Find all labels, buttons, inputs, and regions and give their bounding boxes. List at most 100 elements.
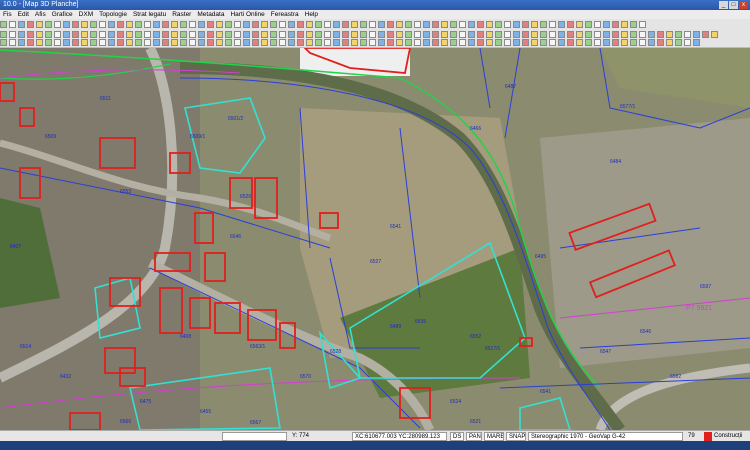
- toolbar-tool-icon[interactable]: [225, 39, 232, 46]
- toolbar-tool-icon[interactable]: [648, 39, 655, 46]
- toolbar-tool-icon[interactable]: [108, 30, 115, 38]
- toolbar-tool-icon[interactable]: [324, 30, 331, 38]
- toolbar-tool-icon[interactable]: [90, 20, 97, 28]
- toolbar-tool-icon[interactable]: [540, 39, 547, 46]
- toolbar-tool-icon[interactable]: [54, 20, 61, 28]
- toolbar-tool-icon[interactable]: [306, 39, 313, 46]
- toolbar-tool-icon[interactable]: [54, 39, 61, 46]
- toolbar-tool-icon[interactable]: [0, 30, 7, 38]
- toolbar-tool-icon[interactable]: [414, 20, 421, 28]
- toolbar-tool-icon[interactable]: [243, 30, 250, 38]
- toolbar-tool-icon[interactable]: [135, 30, 142, 38]
- toolbar-tool-icon[interactable]: [495, 30, 502, 38]
- toolbar-tool-icon[interactable]: [0, 20, 7, 28]
- toolbar-tool-icon[interactable]: [558, 30, 565, 38]
- toolbar-tool-icon[interactable]: [117, 30, 124, 38]
- menu-dxm[interactable]: DXM: [76, 10, 96, 19]
- toolbar-tool-icon[interactable]: [63, 39, 70, 46]
- toolbar-tool-icon[interactable]: [477, 30, 484, 38]
- map-canvas[interactable]: 6501/2 6511 6509 6553 6526 6541 6527 654…: [0, 48, 750, 430]
- toolbar-tool-icon[interactable]: [684, 30, 691, 38]
- toolbar-tool-icon[interactable]: [252, 39, 259, 46]
- menu-online-maps[interactable]: Harti Online: [227, 10, 267, 19]
- toolbar-tool-icon[interactable]: [558, 39, 565, 46]
- toolbar-tool-icon[interactable]: [252, 30, 259, 38]
- toolbar-tool-icon[interactable]: [162, 20, 169, 28]
- toolbar-tool-icon[interactable]: [180, 39, 187, 46]
- toolbar-tool-icon[interactable]: [216, 39, 223, 46]
- toolbar-tool-icon[interactable]: [351, 39, 358, 46]
- close-button[interactable]: x: [739, 1, 748, 9]
- toolbar-tool-icon[interactable]: [360, 20, 367, 28]
- toolbar-tool-icon[interactable]: [675, 30, 682, 38]
- toolbar-tool-icon[interactable]: [18, 30, 25, 38]
- toolbar-tool-icon[interactable]: [198, 30, 205, 38]
- menu-graphics[interactable]: Grafice: [49, 10, 76, 19]
- toolbar-tool-icon[interactable]: [126, 20, 133, 28]
- toolbar-tool-icon[interactable]: [603, 30, 610, 38]
- toolbar-tool-icon[interactable]: [126, 30, 133, 38]
- toolbar-tool-icon[interactable]: [36, 39, 43, 46]
- toolbar-tool-icon[interactable]: [333, 20, 340, 28]
- status-flag-mare[interactable]: MARE: [484, 432, 504, 441]
- toolbar-tool-icon[interactable]: [99, 30, 106, 38]
- menu-metadata[interactable]: Metadata: [194, 10, 227, 19]
- toolbar-tool-icon[interactable]: [657, 39, 664, 46]
- status-flag-snap[interactable]: SNAP: [506, 432, 526, 441]
- toolbar-tool-icon[interactable]: [387, 30, 394, 38]
- toolbar-tool-icon[interactable]: [585, 20, 592, 28]
- toolbar-tool-icon[interactable]: [45, 39, 52, 46]
- toolbar-tool-icon[interactable]: [531, 30, 538, 38]
- toolbar-tool-icon[interactable]: [81, 20, 88, 28]
- toolbar-tool-icon[interactable]: [333, 39, 340, 46]
- toolbar-tool-icon[interactable]: [666, 30, 673, 38]
- toolbar-tool-icon[interactable]: [306, 30, 313, 38]
- toolbar-tool-icon[interactable]: [63, 30, 70, 38]
- toolbar-tool-icon[interactable]: [396, 30, 403, 38]
- toolbar-tool-icon[interactable]: [423, 20, 430, 28]
- toolbar-tool-icon[interactable]: [45, 20, 52, 28]
- toolbar-tool-icon[interactable]: [342, 39, 349, 46]
- toolbar-tool-icon[interactable]: [405, 20, 412, 28]
- toolbar-tool-icon[interactable]: [612, 30, 619, 38]
- toolbar-tool-icon[interactable]: [693, 30, 700, 38]
- toolbar-tool-icon[interactable]: [450, 20, 457, 28]
- toolbar-tool-icon[interactable]: [225, 20, 232, 28]
- toolbar-tool-icon[interactable]: [441, 20, 448, 28]
- toolbar-tool-icon[interactable]: [459, 20, 466, 28]
- toolbar-tool-icon[interactable]: [612, 39, 619, 46]
- toolbar-tool-icon[interactable]: [504, 39, 511, 46]
- toolbar-tool-icon[interactable]: [189, 39, 196, 46]
- toolbar-tool-icon[interactable]: [639, 30, 646, 38]
- toolbar-tool-icon[interactable]: [549, 39, 556, 46]
- toolbar-tool-icon[interactable]: [387, 39, 394, 46]
- toolbar-tool-icon[interactable]: [27, 39, 34, 46]
- toolbar-tool-icon[interactable]: [369, 20, 376, 28]
- toolbar-tool-icon[interactable]: [18, 20, 25, 28]
- toolbar-tool-icon[interactable]: [243, 20, 250, 28]
- toolbar-tool-icon[interactable]: [144, 20, 151, 28]
- toolbar-tool-icon[interactable]: [486, 30, 493, 38]
- toolbar-tool-icon[interactable]: [288, 20, 295, 28]
- toolbar-tool-icon[interactable]: [36, 30, 43, 38]
- toolbar-tool-icon[interactable]: [675, 39, 682, 46]
- menu-raster[interactable]: Raster: [169, 10, 194, 19]
- toolbar-tool-icon[interactable]: [522, 39, 529, 46]
- toolbar-tool-icon[interactable]: [486, 20, 493, 28]
- toolbar-tool-icon[interactable]: [459, 30, 466, 38]
- toolbar-tool-icon[interactable]: [630, 39, 637, 46]
- toolbar-tool-icon[interactable]: [27, 20, 34, 28]
- toolbar-tool-icon[interactable]: [567, 39, 574, 46]
- toolbar-tool-icon[interactable]: [468, 30, 475, 38]
- minimize-button[interactable]: _: [719, 1, 728, 9]
- toolbar-tool-icon[interactable]: [9, 20, 16, 28]
- command-input[interactable]: [222, 432, 287, 441]
- toolbar-tool-icon[interactable]: [126, 39, 133, 46]
- toolbar-tool-icon[interactable]: [162, 30, 169, 38]
- maximize-button[interactable]: □: [729, 1, 738, 9]
- toolbar-tool-icon[interactable]: [594, 20, 601, 28]
- status-layer[interactable]: Construcții: [714, 432, 750, 441]
- toolbar-tool-icon[interactable]: [144, 30, 151, 38]
- toolbar-tool-icon[interactable]: [216, 20, 223, 28]
- toolbar-tool-icon[interactable]: [711, 30, 718, 38]
